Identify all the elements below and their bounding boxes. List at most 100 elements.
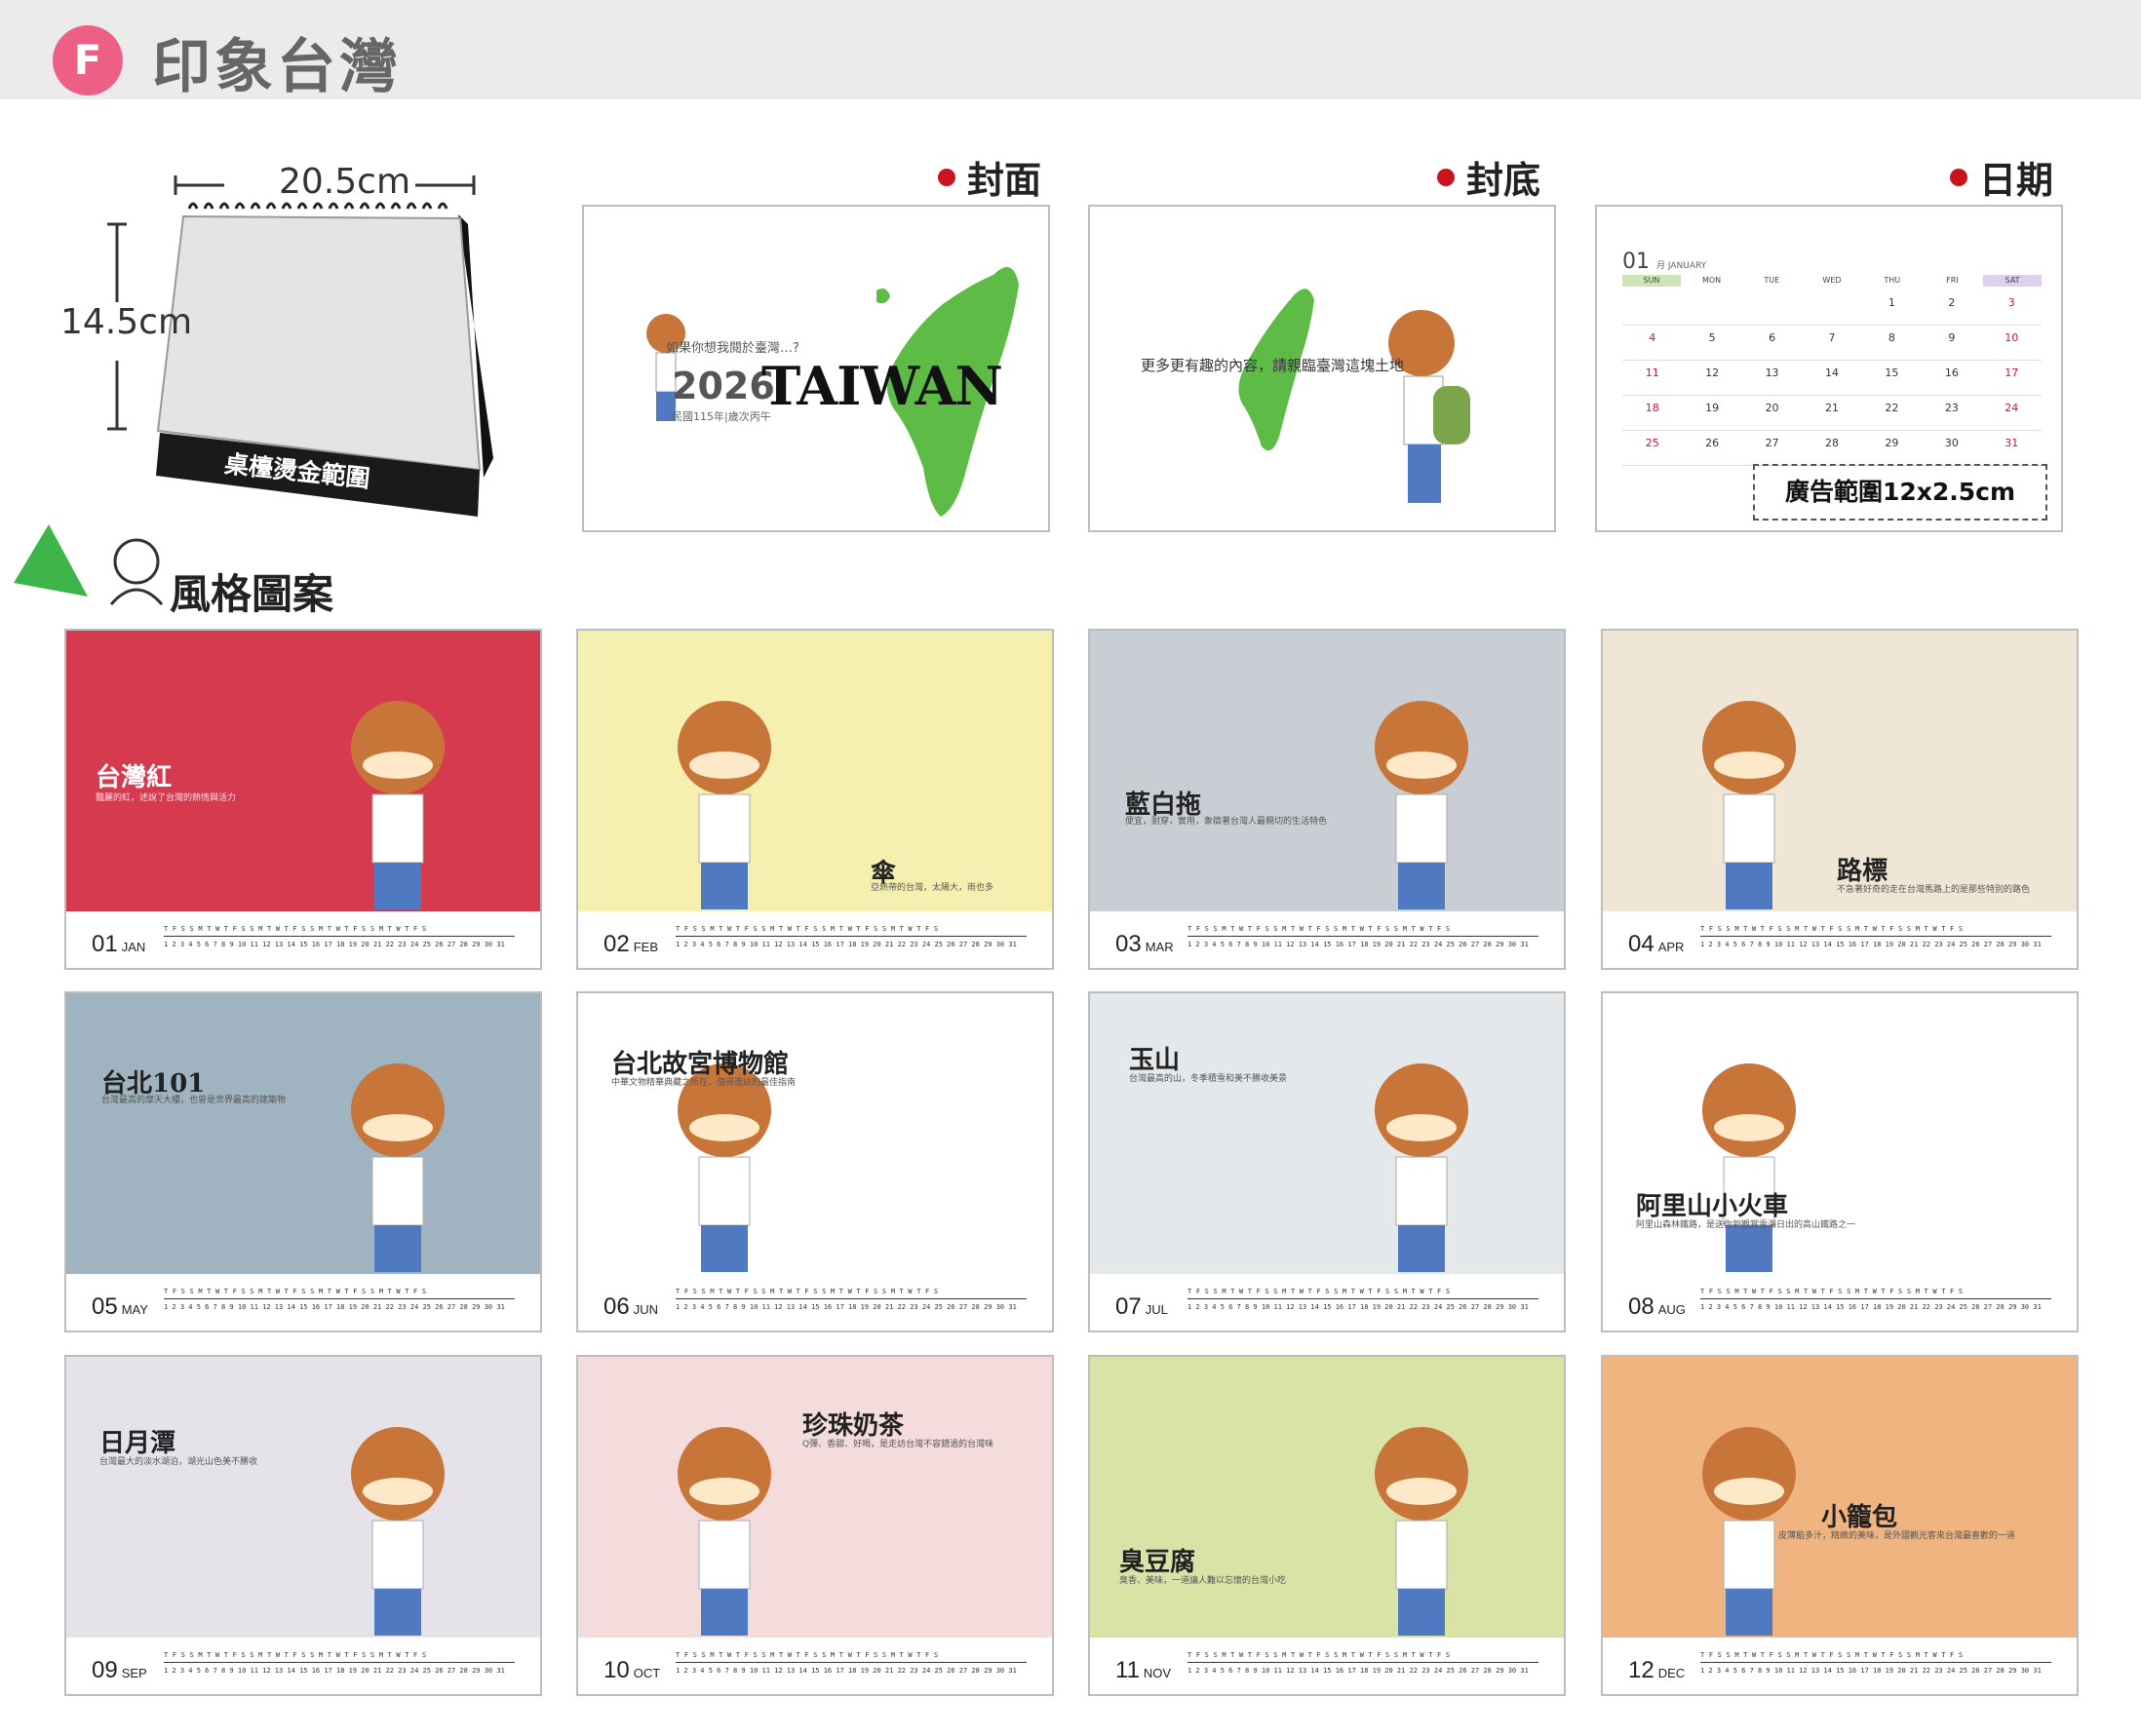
month-card: 藍白拖 便宜，耐穿，實用，象徵著台灣人最親切的生活特色 03 MAR T F S S M… <box>1088 629 1566 970</box>
back-panel: 更多更有趣的內容，請親臨臺灣這塊土地 <box>1088 205 1556 532</box>
day-cell: 17 <box>1981 361 2042 396</box>
day-cell <box>1622 290 1683 326</box>
character-icon <box>351 1427 445 1636</box>
day-cell: 30 <box>1922 431 1982 466</box>
month-number-value: 03 <box>1115 931 1142 957</box>
character-icon <box>678 1063 771 1272</box>
month-illustration <box>1603 993 2077 1274</box>
day-cell: 15 <box>1861 361 1923 396</box>
weekday-row: T F S S M T W T F S S M T W T F S S M T … <box>1700 1288 1964 1295</box>
weekday-label: WED <box>1822 276 1842 285</box>
month-illustration <box>66 1357 540 1638</box>
date-strip: 05 MAY T F S S M T W T F S S M T W T F S S… <box>66 1274 540 1331</box>
month-illustration <box>66 993 540 1274</box>
date-strip: 03 MAR T F S S M T W T F S S M T W T F S S… <box>1090 911 1564 968</box>
calendar-design-sheet: F 印象台灣 20.5cm 14.5cm 桌檯燙金範圍 封面 封底 日期 如果你… <box>0 0 2141 1736</box>
cover-headline: TAIWAN <box>761 355 1003 417</box>
day-number-row: 1 2 3 4 5 6 7 8 9 10 11 12 13 14 15 16 1… <box>1700 1667 2042 1675</box>
month-number: 12 DEC <box>1628 1657 1685 1684</box>
month-number: 03 MAR <box>1115 931 1174 958</box>
month-caption: Q彈、香甜、好喝，是走訪台灣不容錯過的台灣味 <box>802 1440 994 1449</box>
weekday-row: T F S S M T W T F S S M T W T F S S M T … <box>1187 1651 1451 1659</box>
weekday-row: T F S S M T W T F S S M T W T F S S M T … <box>676 1288 939 1295</box>
divider-line <box>1187 1662 1538 1663</box>
day-cell: 14 <box>1802 361 1862 396</box>
date-strip: 02 FEB T F S S M T W T F S S M T W T F S S… <box>578 911 1052 968</box>
day-number-row: 1 2 3 4 5 6 7 8 9 10 11 12 13 14 15 16 1… <box>1187 1303 1529 1311</box>
month-title: 台灣紅 <box>96 763 173 792</box>
weekday-row: T F S S M T W T F S S M T W T F S S M T … <box>1187 1288 1451 1295</box>
day-number-row: 1 2 3 4 5 6 7 8 9 10 11 12 13 14 15 16 1… <box>1700 941 2042 948</box>
weekday-label: SUN <box>1622 275 1681 287</box>
day-cell <box>1741 290 1803 326</box>
month-abbrev: AUG <box>1657 1302 1686 1317</box>
month-number: 04 APR <box>1628 931 1684 958</box>
month-abbrev: FEB <box>633 940 658 954</box>
width-dimension: 20.5cm <box>279 162 411 202</box>
weekday-row: T F S S M T W T F S S M T W T F S S M T … <box>676 925 939 933</box>
weekday-label: FRI <box>1946 276 1959 285</box>
height-dimension: 14.5cm <box>60 302 193 342</box>
style-heading-icon <box>14 524 164 605</box>
month-caption: 臭香、美味，一道讓人難以忘懷的台灣小吃 <box>1119 1576 1287 1586</box>
month-number: 10 OCT <box>603 1657 660 1684</box>
character-icon <box>678 1427 771 1636</box>
month-number-value: 10 <box>603 1657 630 1683</box>
day-cell: 29 <box>1861 431 1923 466</box>
weekday-row: T F S S M T W T F S S M T W T F S S M T … <box>164 1651 427 1659</box>
month-illustration <box>1090 631 1564 911</box>
month-illustration <box>1090 993 1564 1274</box>
month-abbrev: MAY <box>121 1302 148 1317</box>
date-strip: 08 AUG T F S S M T W T F S S M T W T F S S… <box>1603 1274 2077 1331</box>
divider-line <box>676 1298 1027 1299</box>
month-card: 台北故宮博物館 中華文物精華典藏之所在，值得造訪的最佳指南 06 JUN T F S S… <box>576 991 1054 1332</box>
day-number-row: 1 2 3 4 5 6 7 8 9 10 11 12 13 14 15 16 1… <box>676 941 1017 948</box>
day-cell: 27 <box>1741 431 1803 466</box>
month-abbrev: JUL <box>1145 1302 1168 1317</box>
date-panel: 01 月 JANUARY SUN MON TUE WED THU FRI SAT 12345… <box>1595 205 2063 532</box>
month-number: 05 MAY <box>92 1293 148 1321</box>
month-card: 傘亞熱帶的台灣，太陽大，雨也多 02 FEB T F S S M T W T F S … <box>576 629 1054 970</box>
day-cell: 23 <box>1922 396 1982 431</box>
character-icon <box>1702 1063 1796 1272</box>
day-cells: 1 2 3 4 5 6 7 8 9 10 11 12 13 14 15 16 17 18 19 20 21 22 23 24 2… <box>1622 290 2042 466</box>
month-abbrev: APR <box>1657 940 1685 954</box>
divider-line <box>1700 1298 2051 1299</box>
month-caption: 台灣最高的摩天大樓，也曾是世界最高的建築物 <box>101 1096 287 1105</box>
day-cell: 8 <box>1861 326 1923 361</box>
weekday-row: T F S S M T W T F S S M T W T F S S M T … <box>1700 925 1964 933</box>
month-number-value: 11 <box>1115 1657 1140 1683</box>
divider-line <box>1187 936 1538 937</box>
month-card: 日月潭 台灣最大的淡水湖泊，湖光山色美不勝收 09 SEP T F S S M T W … <box>64 1355 542 1696</box>
day-cell: 5 <box>1682 326 1742 361</box>
month-illustration <box>578 631 1052 911</box>
month-abbrev: JAN <box>121 940 146 954</box>
day-cell: 4 <box>1622 326 1683 361</box>
month-card: 小籠包 皮薄餡多汁，精緻的美味，是外國觀光客來台灣最喜歡的一道 12 DEC T F S… <box>1601 1355 2079 1696</box>
date-month: 01 月 JANUARY <box>1622 250 1707 274</box>
divider-line <box>1187 1298 1538 1299</box>
month-number-value: 08 <box>1628 1293 1654 1320</box>
style-badge: F <box>53 25 123 96</box>
day-cell: 31 <box>1981 431 2042 466</box>
month-card: 珍珠奶茶 Q彈、香甜、好喝，是走訪台灣不容錯過的台灣味 10 OCT T F S S M… <box>576 1355 1054 1696</box>
date-strip: 06 JUN T F S S M T W T F S S M T W T F S S… <box>578 1274 1052 1331</box>
month-number-value: 05 <box>92 1293 118 1320</box>
month-illustration <box>578 1357 1052 1638</box>
divider-line <box>164 1662 515 1663</box>
page-title: 印象台灣 <box>152 33 402 101</box>
month-caption: 台灣最大的淡水湖泊，湖光山色美不勝收 <box>99 1457 258 1467</box>
day-cell: 19 <box>1682 396 1742 431</box>
month-card: 台北101 台灣最高的摩天大樓，也曾是世界最高的建築物 05 MAY T F S S M… <box>64 991 542 1332</box>
day-cell <box>1682 290 1742 326</box>
cover-question: 如果你想我閱於臺灣…? <box>666 341 799 356</box>
date-strip: 04 APR T F S S M T W T F S S M T W T F S S… <box>1603 911 2077 968</box>
weekday-row: T F S S M T W T F S S M T W T F S S M T … <box>1187 925 1451 933</box>
weekday-row: T F S S M T W T F S S M T W T F S S M T … <box>1700 1651 1964 1659</box>
month-illustration <box>1090 1357 1564 1638</box>
character-icon <box>678 701 771 909</box>
day-number-row: 1 2 3 4 5 6 7 8 9 10 11 12 13 14 15 16 1… <box>676 1303 1017 1311</box>
month-number-value: 06 <box>603 1293 630 1320</box>
month-caption: 阿里山森林鐵路，是送你到觀賞雲海日出的高山鐵路之一 <box>1636 1220 1856 1230</box>
day-cell: 10 <box>1981 326 2042 361</box>
